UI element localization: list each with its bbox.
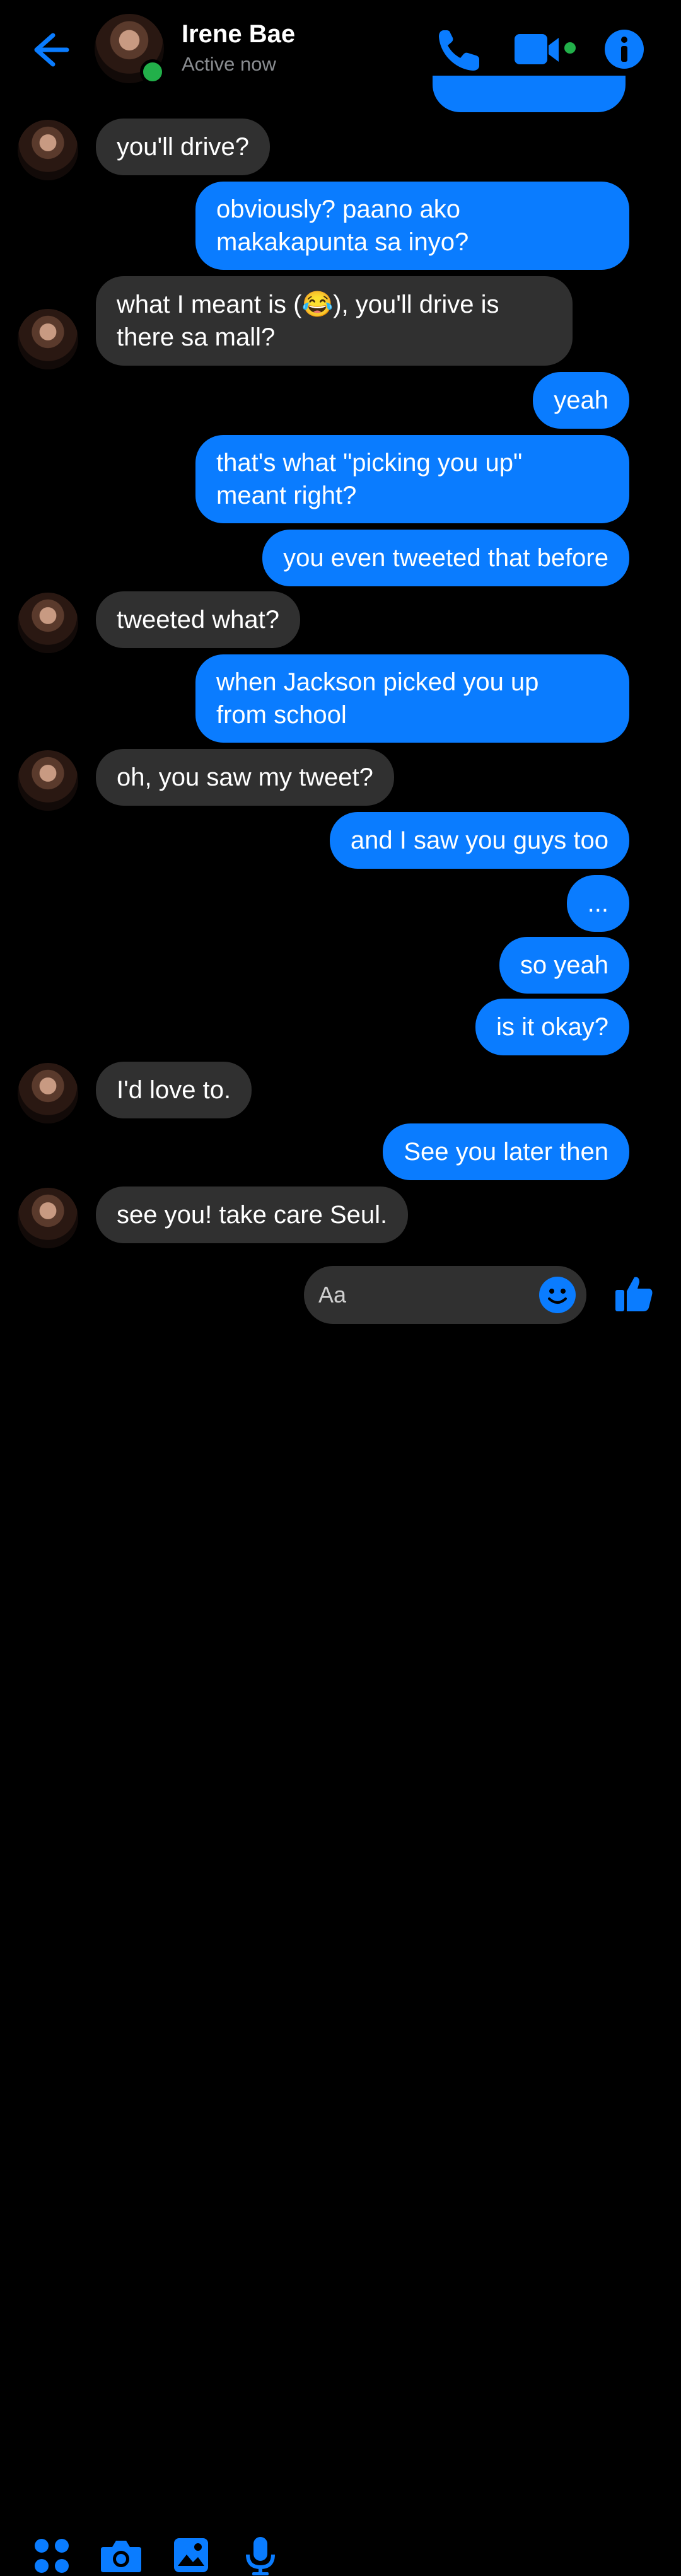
incoming-message[interactable]: see you! take care Seul. bbox=[96, 1186, 409, 1243]
outgoing-message[interactable]: yeah bbox=[533, 372, 629, 429]
gallery-icon[interactable] bbox=[173, 2537, 209, 2573]
sender-avatar[interactable] bbox=[18, 1188, 78, 1248]
thumbs-up-icon[interactable] bbox=[614, 1273, 655, 1314]
back-arrow-icon[interactable] bbox=[28, 28, 72, 72]
sender-avatar[interactable] bbox=[18, 309, 78, 369]
outgoing-message[interactable]: you even tweeted that before bbox=[262, 530, 629, 586]
message-input-placeholder: Aa bbox=[318, 1282, 347, 1308]
outgoing-message[interactable]: and I saw you guys too bbox=[329, 812, 629, 869]
contact-name[interactable]: Irene Bae bbox=[182, 20, 295, 49]
outgoing-message[interactable]: See you later then bbox=[383, 1123, 629, 1180]
outgoing-message[interactable]: obviously? paano ako makakapunta sa inyo? bbox=[195, 182, 629, 270]
sender-avatar[interactable] bbox=[18, 593, 78, 653]
video-camera-icon[interactable] bbox=[512, 30, 579, 69]
incoming-message[interactable]: you'll drive? bbox=[96, 119, 270, 175]
outgoing-message[interactable]: when Jackson picked you up from school bbox=[195, 654, 629, 743]
outgoing-message[interactable]: that's what "picking you up" meant right? bbox=[195, 435, 629, 523]
microphone-icon[interactable] bbox=[245, 2536, 276, 2576]
phone-icon[interactable] bbox=[435, 26, 486, 74]
incoming-message[interactable]: oh, you saw my tweet? bbox=[96, 749, 394, 806]
apps-grid-icon[interactable] bbox=[33, 2537, 71, 2575]
incoming-message[interactable]: I'd love to. bbox=[96, 1062, 252, 1118]
contact-status: Active now bbox=[182, 53, 276, 75]
outgoing-message[interactable]: ... bbox=[566, 875, 629, 932]
incoming-message[interactable]: what I meant is (😂), you'll drive is ther… bbox=[96, 276, 573, 366]
outgoing-message[interactable]: so yeah bbox=[499, 937, 629, 994]
emoji-icon[interactable] bbox=[538, 1276, 576, 1314]
sender-avatar[interactable] bbox=[18, 750, 78, 811]
previous-message-bubble[interactable] bbox=[433, 76, 626, 112]
outgoing-message[interactable]: is it okay? bbox=[475, 999, 629, 1055]
sender-avatar[interactable] bbox=[18, 1063, 78, 1123]
camera-icon[interactable] bbox=[100, 2538, 143, 2573]
online-status-dot bbox=[140, 59, 165, 84]
info-icon[interactable] bbox=[603, 28, 646, 71]
sender-avatar[interactable] bbox=[18, 120, 78, 180]
incoming-message[interactable]: tweeted what? bbox=[96, 591, 300, 648]
